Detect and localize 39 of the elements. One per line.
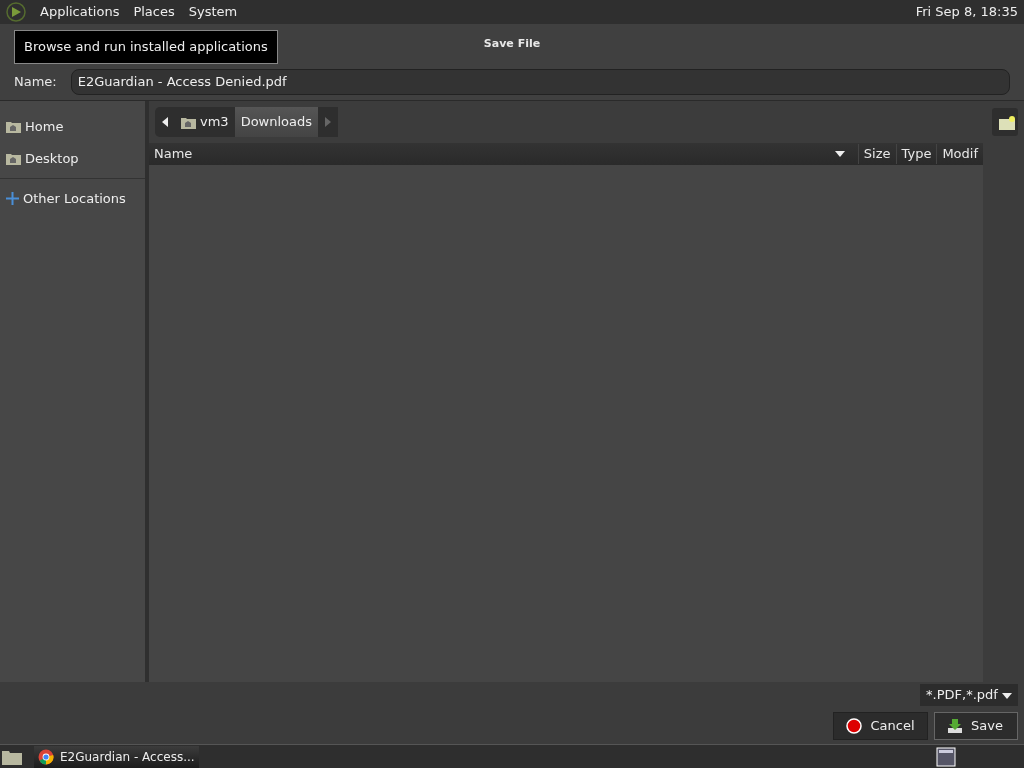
download-icon — [947, 718, 963, 734]
sort-arrow-icon — [834, 151, 845, 157]
save-button[interactable]: Save — [934, 712, 1018, 740]
path-button[interactable]: Downloads — [234, 107, 319, 137]
sidebar-item[interactable]: Desktop — [0, 142, 145, 174]
column-header[interactable]: Modif — [936, 144, 983, 164]
filter-dropdown[interactable]: *.PDF,*.pdf — [920, 684, 1018, 706]
browser-icon — [38, 748, 54, 765]
name-label: Name: — [14, 73, 57, 92]
menu-item[interactable]: System — [188, 2, 238, 22]
show-desktop-icon[interactable] — [936, 746, 956, 767]
plus-icon — [6, 192, 19, 206]
forward-button[interactable] — [318, 107, 339, 137]
dialog-title: Save File — [483, 35, 541, 52]
column-header[interactable]: Name — [149, 144, 858, 164]
column-header[interactable]: Type — [895, 144, 937, 164]
taskbar-window-button[interactable]: E2Guardian - Access... — [34, 745, 199, 768]
folder-icon[interactable] — [2, 748, 22, 765]
play-logo-icon[interactable] — [6, 2, 26, 22]
folder-icon — [181, 115, 196, 129]
caret-icon — [1002, 692, 1012, 699]
clock: Fri Sep 8, 18:35 — [915, 3, 1018, 22]
right-arrow-icon — [324, 117, 333, 127]
folder-icon — [6, 151, 21, 165]
menu-item[interactable]: Applications — [40, 2, 120, 22]
stop-icon — [846, 718, 863, 734]
new-folder-icon — [998, 114, 1016, 131]
menu-item[interactable]: Places — [133, 2, 175, 22]
column-header[interactable]: Size — [857, 144, 896, 164]
new-folder-button[interactable] — [992, 108, 1018, 136]
sidebar-item[interactable]: Other Locations — [0, 183, 145, 215]
cancel-button[interactable]: Cancel — [833, 712, 928, 740]
left-arrow-icon — [161, 117, 169, 127]
path-button[interactable]: vm3 — [175, 107, 235, 137]
back-button[interactable] — [155, 107, 175, 137]
tooltip: Browse and run installed applications — [14, 30, 278, 64]
name-field[interactable]: E2Guardian - Access Denied.pdf — [70, 69, 1010, 95]
folder-icon — [6, 120, 21, 134]
sidebar-item[interactable]: Home — [0, 111, 145, 143]
